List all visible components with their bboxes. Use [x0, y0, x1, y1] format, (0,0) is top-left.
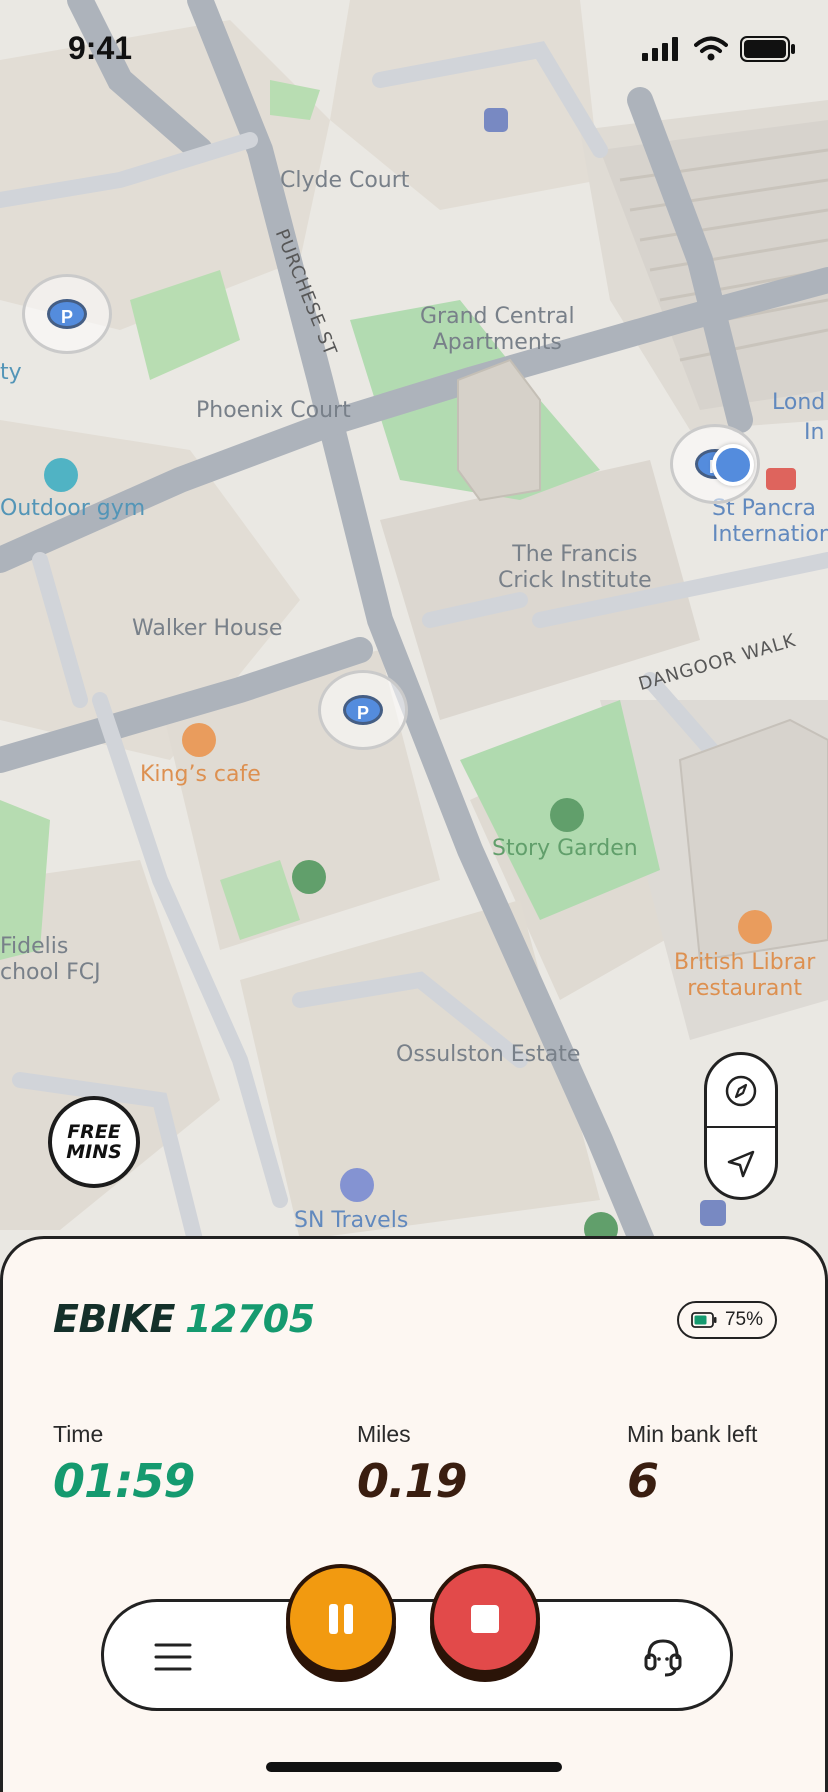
min-bank-label: Min bank left	[627, 1421, 758, 1447]
stat-time: Time 01:59	[53, 1421, 195, 1508]
menu-icon	[154, 1643, 192, 1671]
locate-button[interactable]	[707, 1128, 775, 1199]
cellular-signal-icon	[642, 37, 678, 61]
status-bar: 9:41	[0, 0, 828, 100]
miles-value: 0.19	[357, 1454, 467, 1508]
time-value: 01:59	[53, 1454, 195, 1508]
battery-icon	[691, 1312, 717, 1328]
free-mins-badge[interactable]: FREE MINS	[48, 1096, 140, 1188]
time-label: Time	[53, 1421, 104, 1447]
compass-icon	[725, 1075, 757, 1106]
status-icons	[642, 36, 796, 62]
battery-badge: 75%	[676, 1301, 777, 1339]
min-bank-value: 6	[627, 1454, 659, 1508]
headset-icon	[644, 1639, 682, 1677]
stop-icon	[471, 1605, 499, 1633]
status-time: 9:41	[68, 30, 133, 66]
action-bar	[101, 1599, 733, 1711]
pause-icon	[329, 1604, 353, 1634]
ride-sheet: EBIKE 12705 75% Time 01:59 Miles 0.19 Min…	[0, 1236, 828, 1792]
battery-percent: 75%	[724, 1309, 763, 1330]
miles-label: Miles	[357, 1421, 411, 1447]
map-controls	[704, 1052, 778, 1200]
menu-button[interactable]	[148, 1632, 198, 1682]
map-view[interactable]: Clyde Court PURCHESE ST Grand Central Ap…	[0, 0, 828, 1273]
map-overlay	[0, 0, 828, 1260]
bike-number: 12705	[184, 1297, 315, 1341]
bike-title: EBIKE 12705	[53, 1297, 315, 1341]
support-button[interactable]	[636, 1630, 690, 1684]
bike-type: EBIKE	[53, 1297, 175, 1341]
home-indicator	[266, 1762, 562, 1772]
stat-min-bank: Min bank left 6	[627, 1421, 757, 1508]
compass-button[interactable]	[707, 1055, 775, 1126]
stat-miles: Miles 0.19	[357, 1421, 467, 1508]
battery-status-icon	[740, 36, 795, 62]
pause-button[interactable]	[286, 1564, 396, 1674]
location-arrow-icon	[727, 1150, 755, 1177]
wifi-icon	[694, 36, 728, 61]
stop-button[interactable]	[430, 1564, 540, 1674]
